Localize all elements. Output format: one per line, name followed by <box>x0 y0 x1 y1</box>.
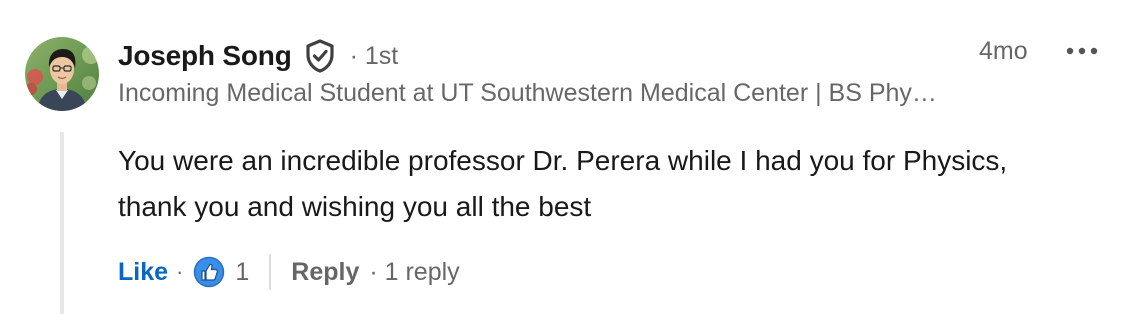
reply-button[interactable]: Reply <box>291 258 359 287</box>
comment-card: Joseph Song · 1st Incoming Medical Stude… <box>0 0 1130 314</box>
author-line: Joseph Song · 1st <box>118 36 398 76</box>
comment-text: You were an incredible professor Dr. Per… <box>118 145 1008 222</box>
connection-degree: · 1st <box>349 41 399 70</box>
like-button[interactable]: Like <box>118 258 168 287</box>
replies-count-link[interactable]: · 1 reply <box>369 258 459 287</box>
avatar[interactable] <box>25 37 99 111</box>
reaction-count[interactable]: 1 <box>235 258 249 287</box>
author-headline: Incoming Medical Student at UT Southwest… <box>118 79 948 107</box>
ellipsis-icon <box>1066 47 1098 55</box>
thumbs-up-icon[interactable] <box>193 256 225 288</box>
separator-dot: · <box>176 259 184 284</box>
more-options-button[interactable] <box>1062 36 1102 66</box>
timestamp: 4mo <box>979 37 1028 65</box>
thread-line <box>60 132 64 314</box>
action-divider <box>269 254 272 290</box>
avatar-photo <box>25 37 99 111</box>
author-name[interactable]: Joseph Song <box>118 40 292 72</box>
verified-shield-icon <box>304 39 336 73</box>
comment-actions: Like · 1 Reply · 1 reply <box>118 250 460 294</box>
